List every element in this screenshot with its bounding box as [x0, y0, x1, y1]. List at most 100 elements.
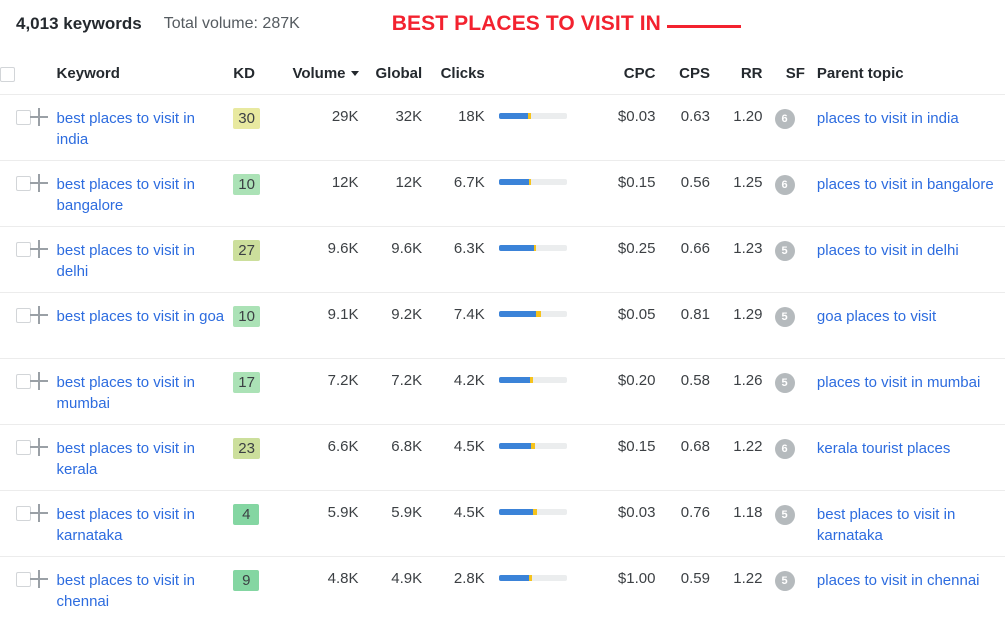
- row-checkbox[interactable]: [16, 175, 31, 191]
- clicks-cell: 18K: [458, 107, 485, 125]
- cpc-cell: $0.05: [617, 305, 656, 323]
- keyword-link[interactable]: best places to visit in karnataka: [57, 504, 234, 546]
- plus-icon[interactable]: [30, 437, 49, 456]
- volume-cell: 5.9K: [327, 503, 359, 521]
- kd-badge: 30: [233, 107, 260, 129]
- clicks-bar-cell: [485, 556, 592, 622]
- clicks-distribution-bar: [498, 574, 567, 581]
- clicks-cell: 7.4K: [453, 305, 485, 323]
- parent-topic-link[interactable]: best places to visit in karnataka: [817, 504, 1005, 546]
- keyword-link[interactable]: best places to visit in delhi: [57, 240, 234, 282]
- clicks-distribution-bar: [498, 244, 567, 251]
- kd-cell: 30: [233, 94, 286, 160]
- plus-icon[interactable]: [30, 239, 49, 258]
- keywords-table: Keyword KD Volume Global Clicks CPC CPS …: [0, 48, 1005, 622]
- row-checkbox[interactable]: [16, 307, 31, 323]
- header-keyword[interactable]: Keyword: [56, 48, 234, 94]
- global-cell: 7.2K: [391, 371, 423, 389]
- sf-badge: 5: [774, 504, 795, 525]
- cps-cell: 0.59: [680, 569, 710, 587]
- clicks-bar-cell: [485, 424, 592, 490]
- header-cps[interactable]: CPS: [655, 48, 710, 94]
- parent-topic-link[interactable]: kerala tourist places: [817, 438, 1005, 459]
- keyword-link[interactable]: best places to visit in india: [57, 108, 234, 150]
- header-cpc[interactable]: CPC: [591, 48, 656, 94]
- overlay-title-text: BEST PLACES TO VISIT IN: [391, 12, 661, 35]
- plus-icon[interactable]: [30, 173, 49, 192]
- parent-topic-cell: places to visit in chennai: [805, 556, 1005, 622]
- header-clicks[interactable]: Clicks: [422, 48, 485, 94]
- clicks-bar-cell: [485, 358, 592, 424]
- plus-icon[interactable]: [30, 371, 49, 390]
- plus-icon[interactable]: [30, 503, 49, 522]
- cpc-cell: $0.20: [617, 371, 656, 389]
- clicks-distribution-bar: [498, 376, 567, 383]
- select-all-checkbox[interactable]: [0, 66, 15, 82]
- rr-cell: 1.22: [733, 569, 763, 587]
- global-cell: 5.9K: [391, 503, 423, 521]
- keyword-link[interactable]: best places to visit in goa: [57, 306, 234, 327]
- parent-topic-link[interactable]: places to visit in delhi: [817, 240, 1005, 261]
- cpc-cell: $0.03: [617, 107, 656, 125]
- summary-bar: 4,013 keywords Total volume: 287K BEST P…: [0, 0, 1005, 48]
- plus-icon[interactable]: [30, 569, 49, 588]
- cpc-cell: $0.15: [617, 437, 656, 455]
- row-checkbox[interactable]: [16, 439, 31, 455]
- table-row[interactable]: best places to visit in delhi 27 9.6K 9.6K 6…: [0, 226, 1005, 292]
- table-row[interactable]: best places to visit in mumbai 17 7.2K 7.2K…: [0, 358, 1005, 424]
- keyword-link[interactable]: best places to visit in kerala: [57, 438, 234, 480]
- header-volume[interactable]: Volume: [285, 48, 359, 94]
- plus-icon[interactable]: [30, 305, 49, 324]
- clicks-distribution-bar: [498, 178, 567, 185]
- kd-badge: 4: [233, 503, 260, 525]
- parent-topic-link[interactable]: places to visit in india: [817, 108, 1005, 129]
- cps-cell: 0.58: [680, 371, 710, 389]
- bar-accent-segment: [528, 178, 532, 185]
- header-parent-topic[interactable]: Parent topic: [804, 48, 1005, 94]
- header-kd[interactable]: KD: [233, 48, 286, 94]
- table-row[interactable]: best places to visit in goa 10 9.1K 9.2K 7.4…: [0, 292, 1005, 358]
- volume-cell: 6.6K: [327, 437, 359, 455]
- parent-topic-link[interactable]: goa places to visit: [817, 306, 1005, 327]
- bar-blue-segment: [498, 442, 532, 449]
- clicks-bar-cell: [485, 160, 592, 226]
- plus-icon[interactable]: [30, 107, 49, 126]
- keyword-link[interactable]: best places to visit in chennai: [57, 570, 234, 612]
- row-checkbox[interactable]: [16, 571, 31, 587]
- expand-header: [30, 48, 57, 94]
- table-row[interactable]: best places to visit in india 30 29K 32K 18K…: [0, 94, 1005, 160]
- header-sf[interactable]: SF: [762, 48, 805, 94]
- select-all-header: [0, 48, 31, 94]
- row-select-cell: [0, 358, 31, 424]
- table-row[interactable]: best places to visit in karnataka 4 5.9K 5.…: [0, 490, 1005, 556]
- rr-cell: 1.20: [733, 107, 763, 125]
- keyword-link[interactable]: best places to visit in bangalore: [57, 174, 234, 216]
- parent-topic-link[interactable]: places to visit in chennai: [817, 570, 1005, 591]
- row-expand-cell: [30, 358, 56, 424]
- kd-badge: 9: [233, 569, 260, 591]
- cps-cell: 0.76: [680, 503, 710, 521]
- kd-cell: 27: [233, 226, 286, 292]
- sf-badge: 5: [774, 372, 795, 393]
- table-body: best places to visit in india 30 29K 32K 18K…: [0, 94, 1005, 622]
- parent-topic-cell: kerala tourist places: [805, 424, 1005, 490]
- row-checkbox[interactable]: [16, 241, 31, 257]
- row-checkbox[interactable]: [16, 505, 31, 521]
- header-rr[interactable]: RR: [709, 48, 763, 94]
- table-row[interactable]: best places to visit in kerala 23 6.6K 6.8K…: [0, 424, 1005, 490]
- kd-badge: 27: [233, 239, 260, 261]
- bar-accent-segment: [534, 244, 537, 251]
- table-row[interactable]: best places to visit in chennai 9 4.8K 4.9K…: [0, 556, 1005, 622]
- row-checkbox[interactable]: [16, 109, 31, 125]
- row-checkbox[interactable]: [16, 373, 31, 389]
- keyword-link[interactable]: best places to visit in mumbai: [57, 372, 234, 414]
- table-row[interactable]: best places to visit in bangalore 10 12K 12…: [0, 160, 1005, 226]
- parent-topic-link[interactable]: places to visit in bangalore: [817, 174, 1005, 195]
- parent-topic-link[interactable]: places to visit in mumbai: [817, 372, 1005, 393]
- cps-cell: 0.68: [680, 437, 710, 455]
- rr-cell: 1.22: [733, 437, 763, 455]
- rr-cell: 1.18: [733, 503, 763, 521]
- volume-cell: 9.6K: [327, 239, 359, 257]
- global-cell: 6.8K: [391, 437, 423, 455]
- header-global[interactable]: Global: [358, 48, 423, 94]
